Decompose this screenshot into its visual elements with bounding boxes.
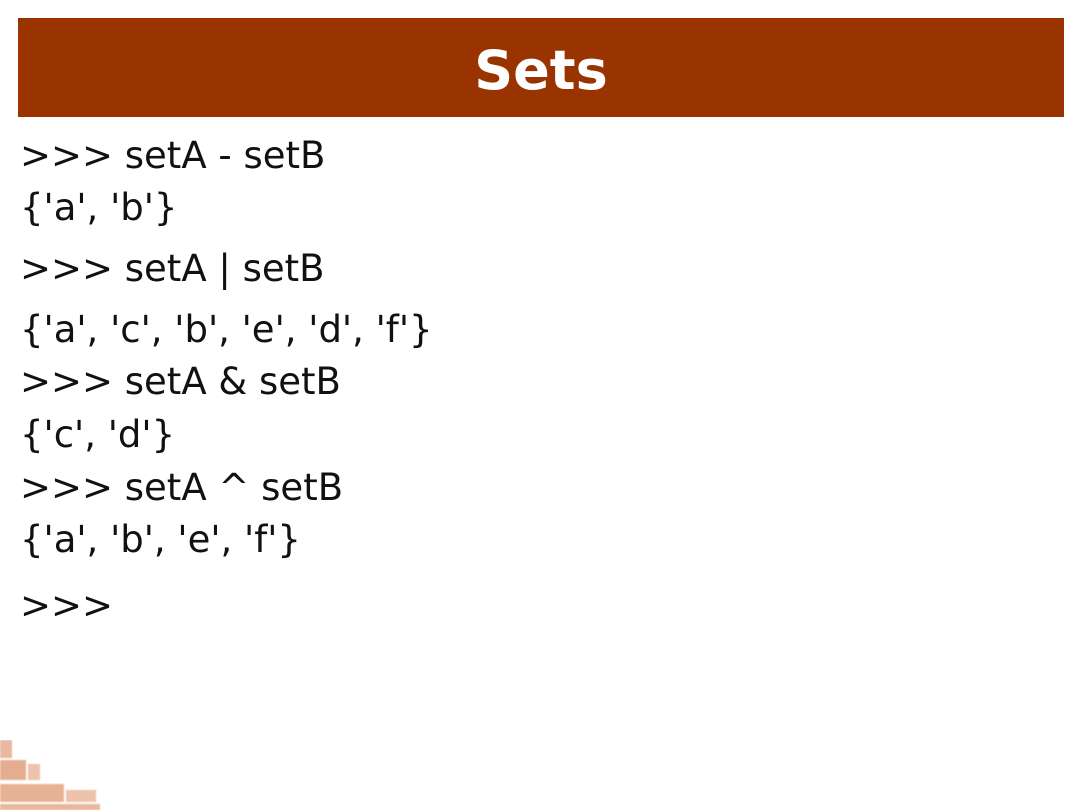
code-line-prompt-symmetric-difference: >>> setA ^ setB: [20, 466, 344, 509]
code-line-prompt-intersection: >>> setA & setB: [20, 360, 341, 403]
brick-wall-icon: [0, 740, 101, 810]
code-line-prompt-empty: >>>: [20, 584, 114, 627]
slide-title: Sets: [474, 38, 608, 102]
code-line-result-intersection: {'c', 'd'}: [20, 413, 176, 456]
code-line-result-union: {'a', 'c', 'b', 'e', 'd', 'f'}: [20, 308, 433, 351]
code-line-result-symmetric-difference: {'a', 'b', 'e', 'f'}: [20, 518, 301, 561]
code-line-result-difference: {'a', 'b'}: [20, 186, 178, 229]
code-line-prompt-union: >>> setA | setB: [20, 247, 325, 290]
title-bar: Sets: [18, 18, 1064, 117]
code-line-prompt-difference: >>> setA - setB: [20, 134, 326, 177]
